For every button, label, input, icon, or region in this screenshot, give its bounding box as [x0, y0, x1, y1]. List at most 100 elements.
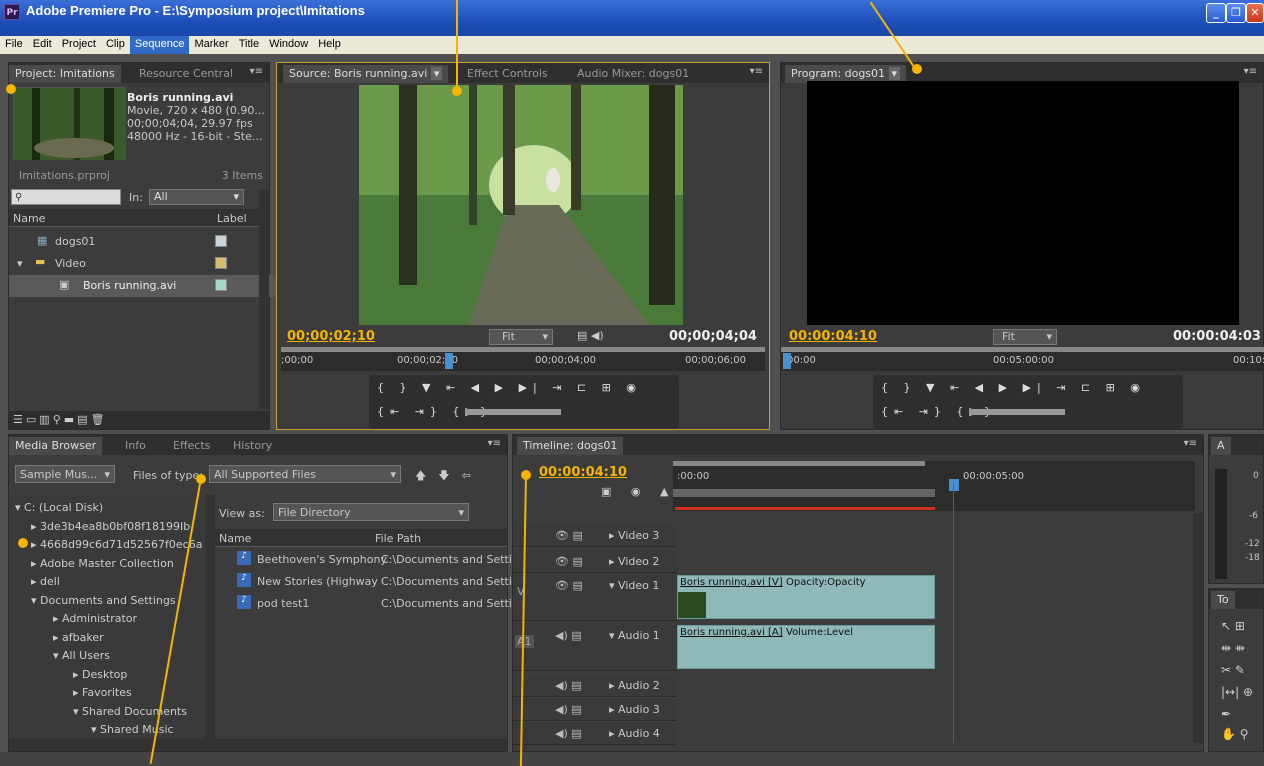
zoom-bar[interactable]	[673, 461, 925, 466]
expand-icon[interactable]: ▸	[73, 686, 82, 699]
track-header[interactable]: ◀) ▤ ▸ Audio 3	[513, 699, 677, 721]
source-timecode[interactable]: 00;00;02;10	[287, 329, 375, 344]
find-icon[interactable]: ⚲	[53, 413, 64, 426]
tree-item[interactable]: ▾ Shared Documents	[73, 705, 187, 718]
expand-icon[interactable]: ▸	[53, 631, 62, 644]
panel-menu-icon[interactable]: ▾≡	[1184, 438, 1197, 449]
list-item[interactable]: ▣ Boris running.avi	[9, 275, 277, 297]
expand-icon[interactable]: ▸	[609, 529, 618, 542]
tab-tools[interactable]: To	[1211, 591, 1235, 609]
expand-icon[interactable]: ▾	[609, 579, 618, 592]
track-header[interactable]: 👁 ▤ ▾ Video 1	[513, 575, 677, 621]
panel-menu-icon[interactable]: ▾≡	[488, 438, 501, 449]
menu-edit[interactable]: Edit	[28, 36, 57, 54]
tree-item[interactable]: ▾ Documents and Settings	[31, 594, 176, 607]
expand-icon[interactable]: ▸	[31, 520, 40, 533]
tab-history[interactable]: History	[227, 437, 278, 455]
tab-source[interactable]: Source: Boris running.avi ▾	[283, 65, 449, 83]
icon-view-icon[interactable]: ▭	[26, 413, 39, 426]
menu-marker[interactable]: Marker	[189, 36, 233, 54]
eye-icon[interactable]: 👁 ▤	[555, 579, 583, 592]
menu-help[interactable]: Help	[313, 36, 346, 54]
timeline-scrollbar[interactable]	[1193, 513, 1203, 743]
audio-fx-label[interactable]: Volume:Level	[786, 627, 853, 638]
audio-target-label[interactable]: A1	[515, 635, 534, 648]
transport-buttons-row1[interactable]: { } ▼ ⇤ ◀ ▶ ▶| ⇥ ⊏ ⊞ ◉	[377, 381, 642, 394]
playhead-marker[interactable]	[445, 353, 453, 369]
trash-icon[interactable]: 🗑	[91, 413, 108, 426]
tab-resource-central[interactable]: Resource Central	[133, 65, 239, 83]
tree-item[interactable]: ▸ 3de3b4ea8b0bf08f18199Ib	[31, 520, 190, 533]
chevron-down-icon[interactable]: ▾	[430, 67, 443, 80]
tree-item[interactable]: ▾ C: (Local Disk)	[15, 501, 103, 514]
new-item-icon[interactable]: ▤	[77, 413, 90, 426]
table-row[interactable]: ♪ New Stories (Highway C:\Documents and Se…	[215, 573, 519, 593]
expand-icon[interactable]: ▾	[53, 649, 62, 662]
tree-item[interactable]: ▾ All Users	[53, 649, 110, 662]
project-search-input[interactable]: ⚲	[11, 189, 121, 205]
expand-icon[interactable]: ▸	[53, 612, 62, 625]
label-swatch[interactable]	[215, 279, 227, 291]
playhead-marker[interactable]	[949, 479, 959, 491]
new-bin-icon[interactable]: ▬	[64, 413, 77, 426]
audio-clip[interactable]: Boris running.avi [A] Volume:Level	[677, 625, 935, 669]
panel-menu-icon[interactable]: ▾≡	[1244, 66, 1257, 77]
expand-icon[interactable]: ▸	[31, 538, 40, 551]
eye-icon[interactable]: 👁 ▤	[555, 529, 583, 542]
track-header[interactable]: ◀) ▤ ▾ Audio 1	[513, 625, 677, 671]
track-header[interactable]: ◀) ▤ ▸ Audio 4	[513, 723, 677, 745]
track-header[interactable]: 👁 ▤ ▸ Video 2	[513, 551, 677, 573]
menu-file[interactable]: File	[0, 36, 28, 54]
zoom-bar[interactable]	[781, 347, 1264, 352]
jog-shuttle[interactable]	[465, 409, 561, 415]
speaker-icon[interactable]: ◀) ▤	[555, 629, 582, 642]
tab-info[interactable]: Info	[119, 437, 152, 455]
minimize-button[interactable]: _	[1206, 3, 1226, 23]
col-name[interactable]: Name	[219, 532, 251, 545]
expand-icon[interactable]: ▾	[31, 594, 40, 607]
eye-icon[interactable]: 👁 ▤	[555, 555, 583, 568]
timeline-tools[interactable]: ▣ ◉ ▲	[601, 485, 676, 498]
tree-item[interactable]: ▸ dell	[31, 575, 60, 588]
expand-icon[interactable]: ▸	[31, 557, 40, 570]
selection-tool-icon[interactable]: ↖ ⊞	[1221, 619, 1245, 633]
tree-item[interactable]: ▸ Administrator	[53, 612, 137, 625]
tree-item[interactable]: ▸ Desktop	[73, 668, 127, 681]
transport-buttons-row1[interactable]: { } ▼ ⇤ ◀ ▶ ▶| ⇥ ⊏ ⊞ ◉	[881, 381, 1146, 394]
track-header[interactable]: ◀) ▤ ▸ Audio 2	[513, 675, 677, 697]
hand-tool-icon[interactable]: ✋ ⚲	[1221, 727, 1249, 741]
tab-audio-mixer[interactable]: Audio Mixer: dogs01	[571, 65, 695, 83]
automate-icon[interactable]: ▥	[39, 413, 52, 426]
media-h-scrollbar[interactable]	[9, 739, 507, 751]
pen-tool-icon[interactable]: ✒	[1221, 707, 1231, 721]
menu-window[interactable]: Window	[264, 36, 313, 54]
video-fx-label[interactable]: Opacity:Opacity	[786, 577, 866, 588]
speaker-icon[interactable]: ◀) ▤	[555, 679, 582, 692]
tree-item[interactable]: ▾ Shared Music	[91, 723, 174, 736]
output-icon[interactable]: ▤ ◀)	[577, 329, 604, 342]
program-timecode[interactable]: 00:00:04:10	[789, 329, 877, 344]
timeline-timecode[interactable]: 00:00:04:10	[539, 465, 627, 480]
tab-timeline[interactable]: Timeline: dogs01	[517, 437, 624, 455]
tree-item[interactable]: ▸ 4668d99c6d71d52567f0ec6a	[31, 538, 202, 551]
chevron-down-icon[interactable]: ▾	[888, 67, 901, 80]
expand-icon[interactable]: ▾	[91, 723, 100, 736]
view-as-dropdown[interactable]: File Directory ▾	[273, 503, 469, 521]
expand-icon[interactable]: ▸	[73, 668, 82, 681]
panel-menu-icon[interactable]: ▾≡	[250, 66, 263, 77]
zoom-bar[interactable]	[281, 347, 765, 352]
tab-media-browser[interactable]: Media Browser	[9, 437, 103, 455]
project-scrollbar[interactable]	[259, 189, 269, 409]
expand-icon[interactable]: ▸	[609, 727, 618, 740]
tab-project[interactable]: Project: Imitations	[9, 65, 121, 83]
col-name[interactable]: Name	[13, 212, 45, 225]
expand-icon[interactable]: ▾	[609, 629, 618, 642]
ripple-edit-icon[interactable]: ⇹ ⇻	[1221, 641, 1245, 655]
slip-tool-icon[interactable]: |↔| ⊕	[1221, 685, 1253, 699]
speaker-icon[interactable]: ◀) ▤	[555, 703, 582, 716]
source-fit-dropdown[interactable]: Fit ▾	[489, 329, 553, 345]
program-fit-dropdown[interactable]: Fit ▾	[993, 329, 1057, 345]
program-ruler[interactable]: 00:00 00:05:00:00 00:10:	[781, 347, 1264, 371]
tab-effect-controls[interactable]: Effect Controls	[461, 65, 554, 83]
expand-icon[interactable]: ▸	[609, 703, 618, 716]
